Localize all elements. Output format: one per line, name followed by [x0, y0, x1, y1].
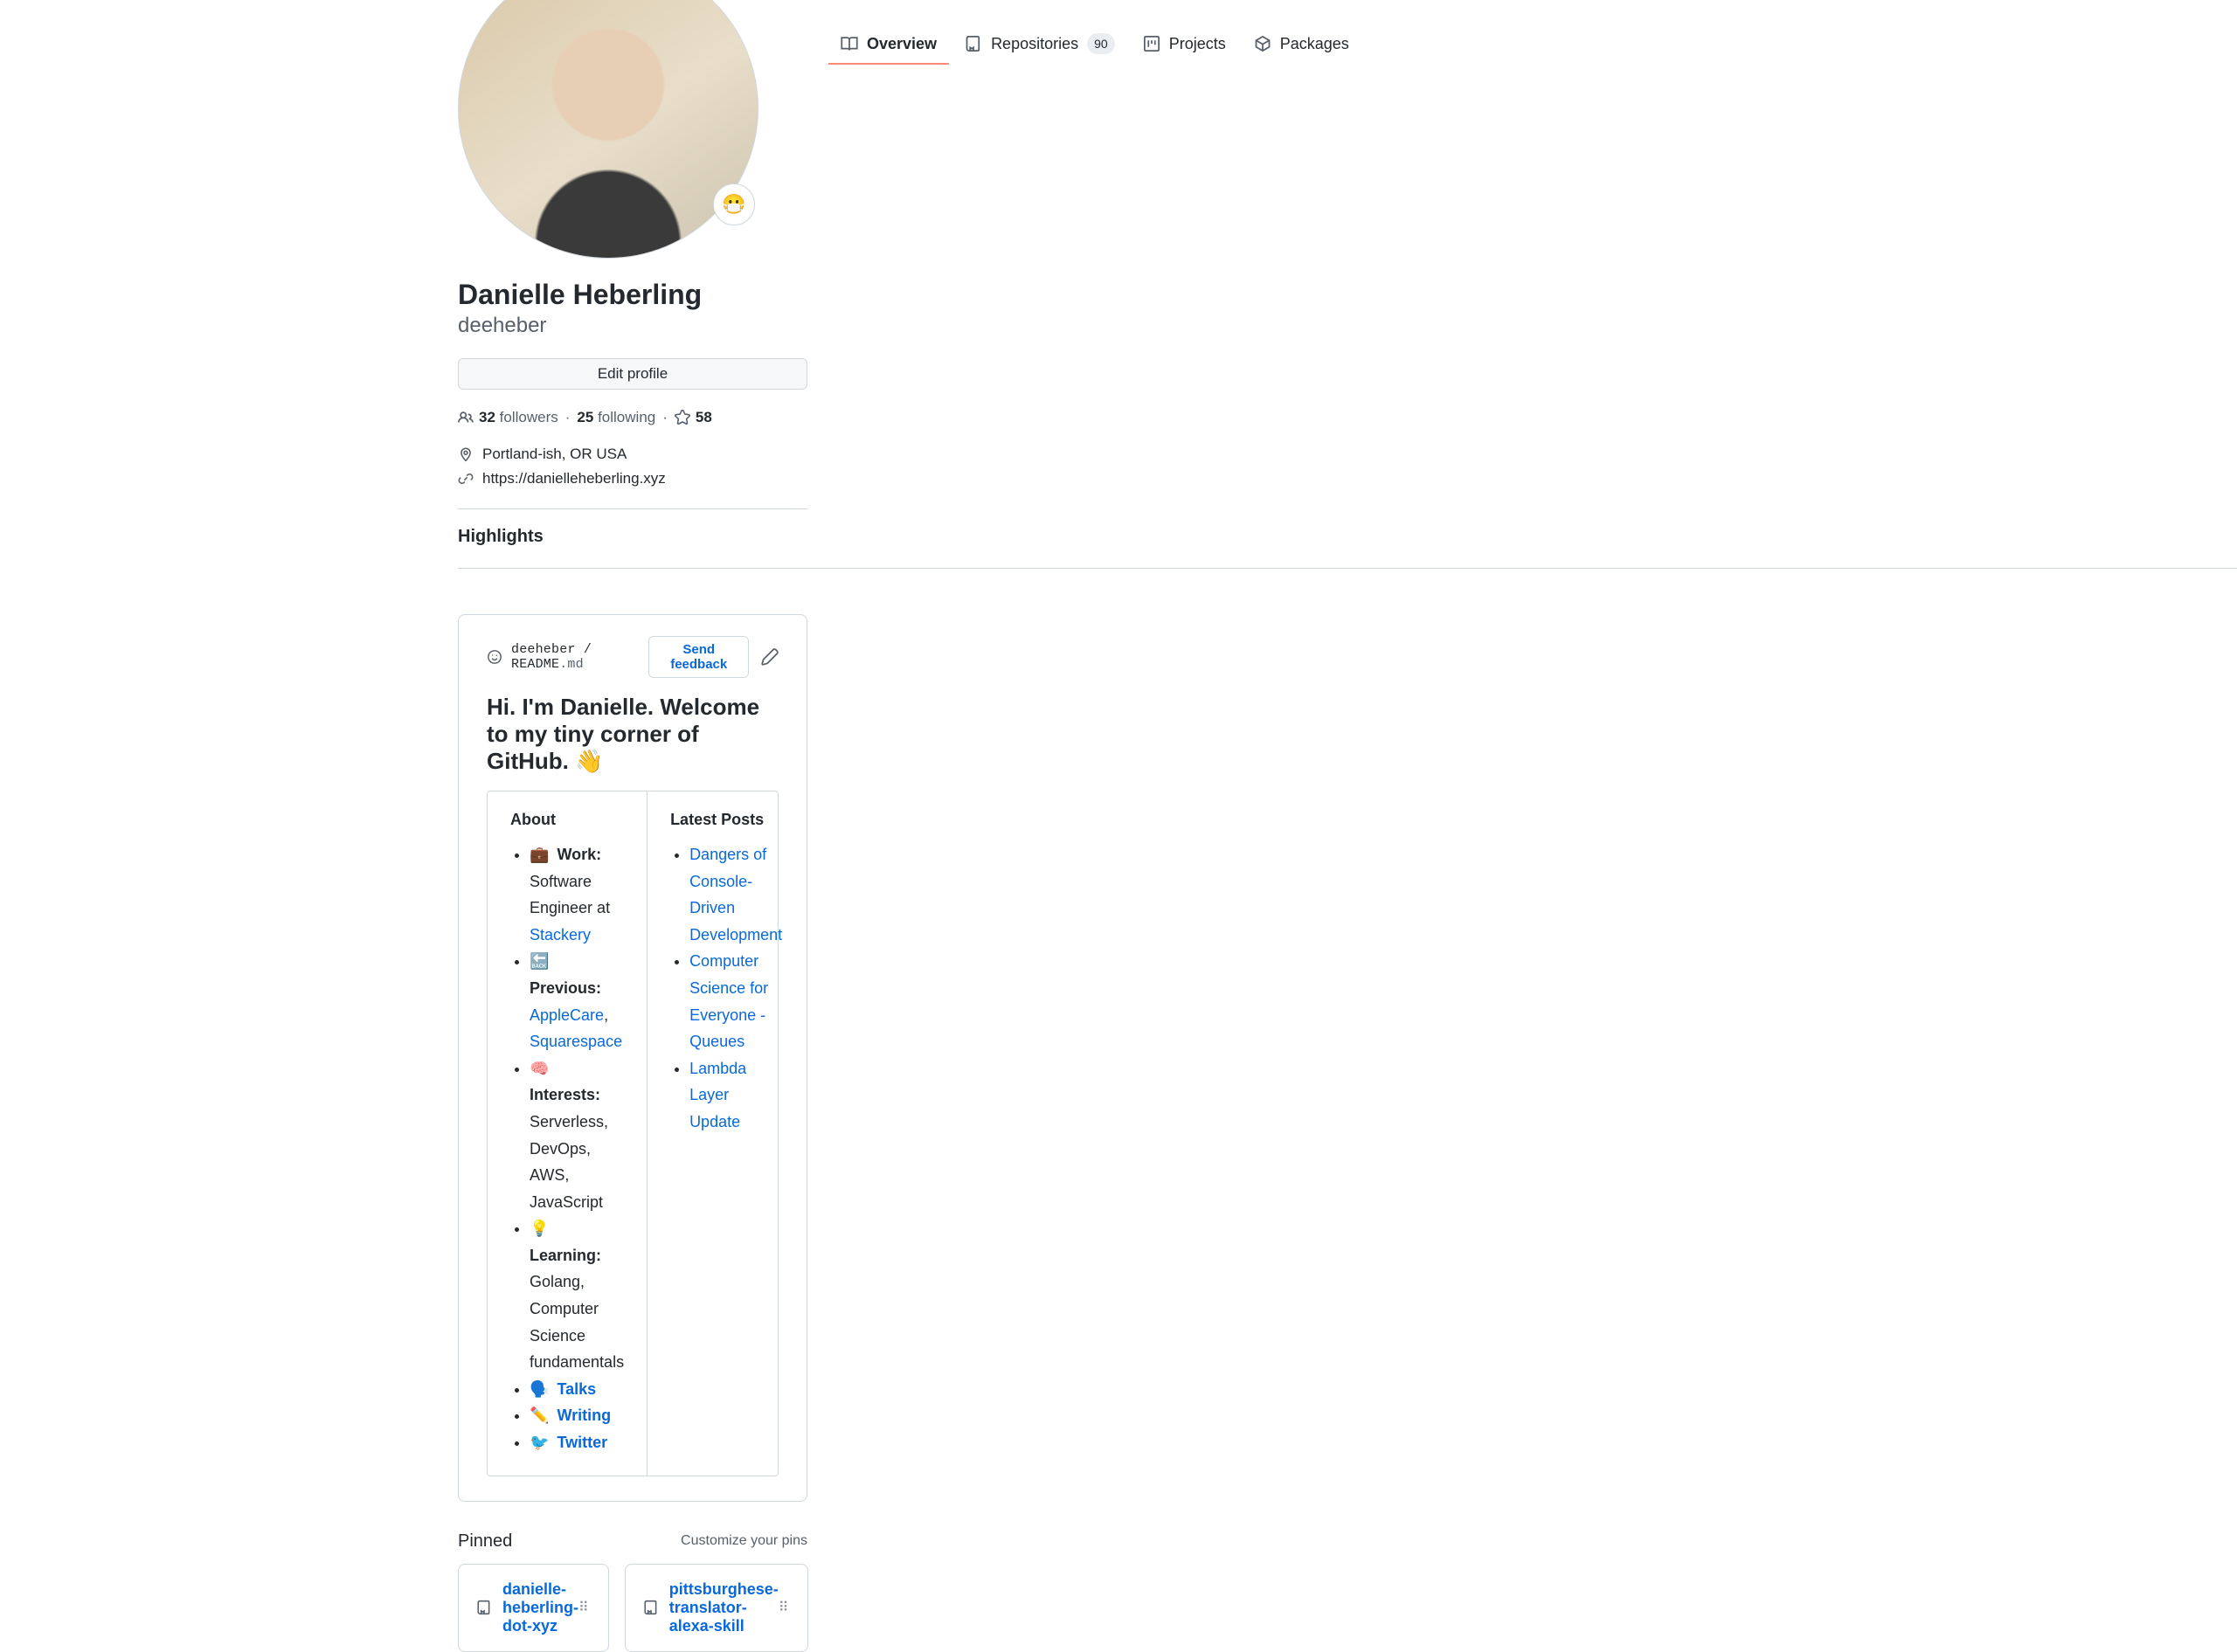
about-item-learning: 💡 Learning: Golang, Computer Science fun… — [530, 1215, 624, 1376]
follow-stats: 32 followers · 25 following · 58 — [458, 409, 807, 426]
send-feedback-button[interactable]: Send feedback — [648, 636, 749, 678]
about-item-twitter: 🐦 Twitter — [530, 1429, 624, 1456]
repo-icon — [965, 35, 982, 52]
about-item-interests: 🧠 Interests: Serverless, DevOps, AWS, Ja… — [530, 1055, 624, 1216]
status-badge[interactable]: 😷 — [713, 183, 755, 225]
readme-path[interactable]: deeheber / README.md — [511, 642, 648, 672]
package-icon — [1254, 35, 1271, 52]
following-link[interactable]: 25 following — [577, 409, 655, 426]
link-applecare[interactable]: AppleCare — [530, 1006, 604, 1024]
tab-overview[interactable]: Overview — [828, 24, 949, 65]
about-item-writing: ✏️ Writing — [530, 1402, 624, 1429]
tabnav-underline — [458, 568, 2237, 569]
tab-overview-label: Overview — [867, 34, 937, 53]
pinned-heading: Pinned — [458, 1531, 512, 1552]
post-item: Dangers of Console-Driven Development — [689, 841, 782, 948]
repo-count-badge: 90 — [1087, 33, 1115, 54]
grip-icon[interactable]: ⠿ — [779, 1599, 791, 1616]
about-item-talks: 🗣️ Talks — [530, 1376, 624, 1403]
project-icon — [1143, 35, 1160, 52]
profile-readme: deeheber / README.md Send feedback Hi. I… — [458, 614, 807, 1502]
website-link[interactable]: https://danielleheberling.xyz — [482, 470, 666, 487]
link-squarespace[interactable]: Squarespace — [530, 1033, 622, 1050]
grip-icon[interactable]: ⠿ — [578, 1599, 591, 1616]
pencil-icon[interactable] — [761, 648, 779, 666]
location-text: Portland-ish, OR USA — [482, 446, 627, 463]
book-icon — [841, 35, 858, 52]
post-link-1[interactable]: Dangers of Console-Driven Development — [689, 846, 782, 944]
location-row: Portland-ish, OR USA — [458, 446, 807, 463]
repo-icon — [476, 1600, 492, 1615]
link-stackery[interactable]: Stackery — [530, 926, 591, 944]
avatar-wrapper[interactable]: 😷 — [458, 0, 758, 259]
location-icon — [458, 446, 474, 462]
tab-repositories[interactable]: Repositories 90 — [952, 24, 1127, 65]
profile-username: deeheber — [458, 311, 807, 341]
post-link-2[interactable]: Computer Science for Everyone - Queues — [689, 952, 768, 1050]
pinned-card: danielle-heberling-dot-xyz ⠿ — [458, 1564, 609, 1652]
link-icon — [458, 471, 474, 487]
tab-repositories-label: Repositories — [991, 34, 1078, 53]
highlights-heading: Highlights — [458, 527, 807, 547]
edit-profile-button[interactable]: Edit profile — [458, 358, 807, 390]
post-link-3[interactable]: Lambda Layer Update — [689, 1060, 746, 1130]
link-twitter[interactable]: Twitter — [557, 1434, 607, 1451]
customize-pins-link[interactable]: Customize your pins — [681, 1533, 807, 1549]
repo-icon — [643, 1600, 659, 1615]
star-icon — [675, 410, 690, 425]
link-talks[interactable]: Talks — [557, 1380, 596, 1398]
pinned-repo-link-2[interactable]: pittsburghese-translator-alexa-skill — [669, 1580, 779, 1635]
tab-packages[interactable]: Packages — [1242, 24, 1361, 65]
pinned-card: pittsburghese-translator-alexa-skill ⠿ — [625, 1564, 809, 1652]
post-item: Lambda Layer Update — [689, 1055, 782, 1136]
people-icon — [458, 410, 474, 425]
posts-heading: Latest Posts — [670, 811, 782, 829]
sidebar-divider — [458, 508, 807, 509]
post-item: Computer Science for Everyone - Queues — [689, 948, 782, 1054]
smiley-icon — [487, 649, 502, 665]
stars-link[interactable]: 58 — [696, 409, 712, 426]
tab-projects[interactable]: Projects — [1131, 24, 1238, 65]
avatar[interactable] — [458, 0, 758, 259]
about-heading: About — [510, 811, 624, 829]
tab-projects-label: Projects — [1169, 34, 1226, 53]
about-item-work: 💼 Work: Software Engineer at Stackery — [530, 841, 624, 948]
profile-fullname: Danielle Heberling — [458, 278, 807, 311]
pinned-repo-link-1[interactable]: danielle-heberling-dot-xyz — [502, 1580, 578, 1635]
followers-link[interactable]: 32 followers — [479, 409, 558, 426]
about-item-previous: 🔙 Previous: AppleCare, Squarespace — [530, 948, 624, 1054]
link-writing[interactable]: Writing — [557, 1407, 611, 1424]
tab-packages-label: Packages — [1280, 34, 1349, 53]
website-row: https://danielleheberling.xyz — [458, 470, 807, 487]
readme-title: Hi. I'm Danielle. Welcome to my tiny cor… — [487, 694, 779, 775]
